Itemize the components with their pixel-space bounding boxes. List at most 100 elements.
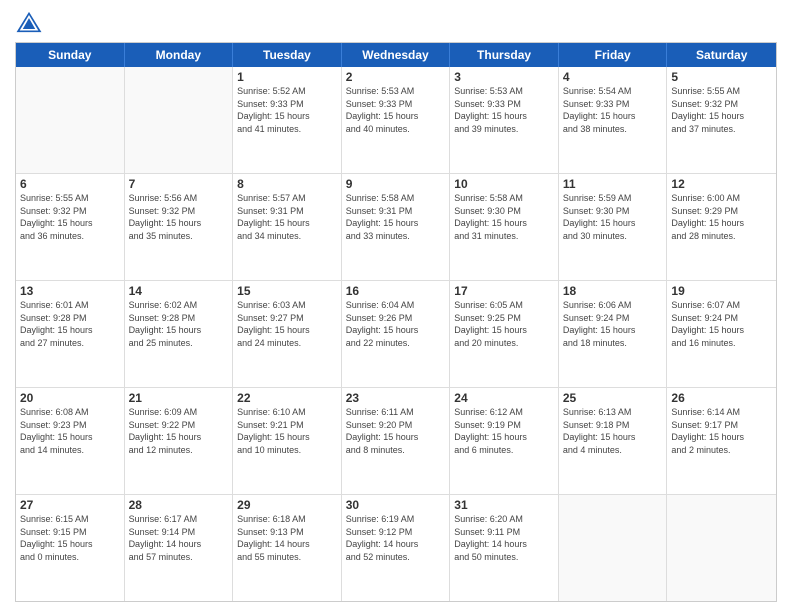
logo-icon [15, 10, 43, 34]
day-cell-9: 9Sunrise: 5:58 AM Sunset: 9:31 PM Daylig… [342, 174, 451, 280]
header-day-tuesday: Tuesday [233, 43, 342, 67]
empty-cell [16, 67, 125, 173]
day-number: 8 [237, 177, 337, 191]
day-number: 18 [563, 284, 663, 298]
day-info: Sunrise: 6:06 AM Sunset: 9:24 PM Dayligh… [563, 299, 663, 349]
day-cell-8: 8Sunrise: 5:57 AM Sunset: 9:31 PM Daylig… [233, 174, 342, 280]
page: SundayMondayTuesdayWednesdayThursdayFrid… [0, 0, 792, 612]
header-day-thursday: Thursday [450, 43, 559, 67]
day-number: 7 [129, 177, 229, 191]
day-cell-6: 6Sunrise: 5:55 AM Sunset: 9:32 PM Daylig… [16, 174, 125, 280]
day-info: Sunrise: 5:55 AM Sunset: 9:32 PM Dayligh… [671, 85, 772, 135]
day-info: Sunrise: 5:57 AM Sunset: 9:31 PM Dayligh… [237, 192, 337, 242]
day-number: 10 [454, 177, 554, 191]
day-cell-3: 3Sunrise: 5:53 AM Sunset: 9:33 PM Daylig… [450, 67, 559, 173]
day-number: 26 [671, 391, 772, 405]
header-day-saturday: Saturday [667, 43, 776, 67]
calendar: SundayMondayTuesdayWednesdayThursdayFrid… [15, 42, 777, 602]
day-cell-5: 5Sunrise: 5:55 AM Sunset: 9:32 PM Daylig… [667, 67, 776, 173]
day-cell-14: 14Sunrise: 6:02 AM Sunset: 9:28 PM Dayli… [125, 281, 234, 387]
day-number: 16 [346, 284, 446, 298]
day-cell-11: 11Sunrise: 5:59 AM Sunset: 9:30 PM Dayli… [559, 174, 668, 280]
day-number: 24 [454, 391, 554, 405]
day-number: 4 [563, 70, 663, 84]
day-cell-13: 13Sunrise: 6:01 AM Sunset: 9:28 PM Dayli… [16, 281, 125, 387]
week-row-4: 20Sunrise: 6:08 AM Sunset: 9:23 PM Dayli… [16, 388, 776, 495]
day-info: Sunrise: 5:53 AM Sunset: 9:33 PM Dayligh… [454, 85, 554, 135]
day-info: Sunrise: 5:59 AM Sunset: 9:30 PM Dayligh… [563, 192, 663, 242]
day-info: Sunrise: 5:56 AM Sunset: 9:32 PM Dayligh… [129, 192, 229, 242]
day-info: Sunrise: 6:18 AM Sunset: 9:13 PM Dayligh… [237, 513, 337, 563]
day-number: 25 [563, 391, 663, 405]
calendar-body: 1Sunrise: 5:52 AM Sunset: 9:33 PM Daylig… [16, 67, 776, 601]
day-cell-26: 26Sunrise: 6:14 AM Sunset: 9:17 PM Dayli… [667, 388, 776, 494]
empty-cell [559, 495, 668, 601]
day-info: Sunrise: 5:58 AM Sunset: 9:31 PM Dayligh… [346, 192, 446, 242]
day-cell-31: 31Sunrise: 6:20 AM Sunset: 9:11 PM Dayli… [450, 495, 559, 601]
day-number: 30 [346, 498, 446, 512]
day-info: Sunrise: 6:19 AM Sunset: 9:12 PM Dayligh… [346, 513, 446, 563]
day-cell-1: 1Sunrise: 5:52 AM Sunset: 9:33 PM Daylig… [233, 67, 342, 173]
day-info: Sunrise: 6:05 AM Sunset: 9:25 PM Dayligh… [454, 299, 554, 349]
day-cell-20: 20Sunrise: 6:08 AM Sunset: 9:23 PM Dayli… [16, 388, 125, 494]
day-cell-22: 22Sunrise: 6:10 AM Sunset: 9:21 PM Dayli… [233, 388, 342, 494]
day-info: Sunrise: 5:58 AM Sunset: 9:30 PM Dayligh… [454, 192, 554, 242]
day-cell-15: 15Sunrise: 6:03 AM Sunset: 9:27 PM Dayli… [233, 281, 342, 387]
day-info: Sunrise: 6:08 AM Sunset: 9:23 PM Dayligh… [20, 406, 120, 456]
day-cell-29: 29Sunrise: 6:18 AM Sunset: 9:13 PM Dayli… [233, 495, 342, 601]
day-info: Sunrise: 5:55 AM Sunset: 9:32 PM Dayligh… [20, 192, 120, 242]
calendar-header: SundayMondayTuesdayWednesdayThursdayFrid… [16, 43, 776, 67]
day-number: 22 [237, 391, 337, 405]
day-number: 9 [346, 177, 446, 191]
day-cell-24: 24Sunrise: 6:12 AM Sunset: 9:19 PM Dayli… [450, 388, 559, 494]
day-info: Sunrise: 6:07 AM Sunset: 9:24 PM Dayligh… [671, 299, 772, 349]
day-info: Sunrise: 6:14 AM Sunset: 9:17 PM Dayligh… [671, 406, 772, 456]
day-number: 13 [20, 284, 120, 298]
day-number: 15 [237, 284, 337, 298]
day-cell-17: 17Sunrise: 6:05 AM Sunset: 9:25 PM Dayli… [450, 281, 559, 387]
empty-cell [667, 495, 776, 601]
day-cell-7: 7Sunrise: 5:56 AM Sunset: 9:32 PM Daylig… [125, 174, 234, 280]
day-number: 5 [671, 70, 772, 84]
day-cell-27: 27Sunrise: 6:15 AM Sunset: 9:15 PM Dayli… [16, 495, 125, 601]
day-cell-19: 19Sunrise: 6:07 AM Sunset: 9:24 PM Dayli… [667, 281, 776, 387]
day-info: Sunrise: 6:20 AM Sunset: 9:11 PM Dayligh… [454, 513, 554, 563]
day-cell-21: 21Sunrise: 6:09 AM Sunset: 9:22 PM Dayli… [125, 388, 234, 494]
header-day-monday: Monday [125, 43, 234, 67]
day-info: Sunrise: 6:02 AM Sunset: 9:28 PM Dayligh… [129, 299, 229, 349]
day-info: Sunrise: 5:52 AM Sunset: 9:33 PM Dayligh… [237, 85, 337, 135]
day-info: Sunrise: 5:53 AM Sunset: 9:33 PM Dayligh… [346, 85, 446, 135]
day-cell-28: 28Sunrise: 6:17 AM Sunset: 9:14 PM Dayli… [125, 495, 234, 601]
day-number: 3 [454, 70, 554, 84]
day-info: Sunrise: 6:10 AM Sunset: 9:21 PM Dayligh… [237, 406, 337, 456]
day-info: Sunrise: 6:04 AM Sunset: 9:26 PM Dayligh… [346, 299, 446, 349]
day-number: 11 [563, 177, 663, 191]
week-row-1: 1Sunrise: 5:52 AM Sunset: 9:33 PM Daylig… [16, 67, 776, 174]
day-number: 27 [20, 498, 120, 512]
header-day-sunday: Sunday [16, 43, 125, 67]
logo [15, 10, 47, 34]
header [15, 10, 777, 34]
day-info: Sunrise: 6:17 AM Sunset: 9:14 PM Dayligh… [129, 513, 229, 563]
day-number: 17 [454, 284, 554, 298]
day-number: 28 [129, 498, 229, 512]
day-number: 2 [346, 70, 446, 84]
day-number: 19 [671, 284, 772, 298]
week-row-3: 13Sunrise: 6:01 AM Sunset: 9:28 PM Dayli… [16, 281, 776, 388]
day-info: Sunrise: 6:12 AM Sunset: 9:19 PM Dayligh… [454, 406, 554, 456]
day-number: 23 [346, 391, 446, 405]
day-info: Sunrise: 6:09 AM Sunset: 9:22 PM Dayligh… [129, 406, 229, 456]
day-info: Sunrise: 6:01 AM Sunset: 9:28 PM Dayligh… [20, 299, 120, 349]
day-info: Sunrise: 6:03 AM Sunset: 9:27 PM Dayligh… [237, 299, 337, 349]
header-day-friday: Friday [559, 43, 668, 67]
day-number: 20 [20, 391, 120, 405]
day-info: Sunrise: 6:11 AM Sunset: 9:20 PM Dayligh… [346, 406, 446, 456]
day-cell-2: 2Sunrise: 5:53 AM Sunset: 9:33 PM Daylig… [342, 67, 451, 173]
week-row-2: 6Sunrise: 5:55 AM Sunset: 9:32 PM Daylig… [16, 174, 776, 281]
day-info: Sunrise: 6:15 AM Sunset: 9:15 PM Dayligh… [20, 513, 120, 563]
day-info: Sunrise: 6:13 AM Sunset: 9:18 PM Dayligh… [563, 406, 663, 456]
day-cell-23: 23Sunrise: 6:11 AM Sunset: 9:20 PM Dayli… [342, 388, 451, 494]
day-number: 31 [454, 498, 554, 512]
day-number: 6 [20, 177, 120, 191]
day-cell-30: 30Sunrise: 6:19 AM Sunset: 9:12 PM Dayli… [342, 495, 451, 601]
